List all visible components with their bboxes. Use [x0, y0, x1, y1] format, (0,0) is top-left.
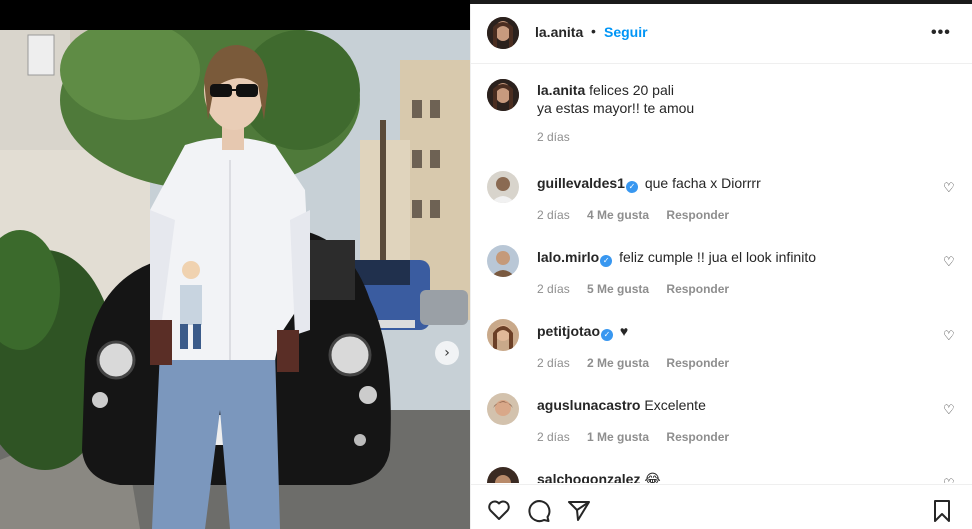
- comment-time: 2 días: [537, 356, 570, 370]
- avatar[interactable]: [487, 467, 519, 483]
- reply-button[interactable]: Responder: [666, 430, 729, 444]
- comment-item: petitjotao ✓ ♥ 2 días 2 Me gusta Responde…: [487, 319, 957, 379]
- avatar[interactable]: [487, 393, 519, 425]
- caption-time: 2 días: [537, 130, 570, 144]
- comment-item: aguslunacastro Excelente 2 días 1 Me gus…: [487, 393, 957, 453]
- comment-line: lalo.mirlo ✓ feliz cumple !! jua el look …: [537, 248, 816, 267]
- comment-likes[interactable]: 2 Me gusta: [587, 356, 649, 370]
- comment-username[interactable]: salchogonzalez: [537, 471, 640, 483]
- post-photo: ›: [0, 30, 470, 529]
- avatar[interactable]: [487, 79, 519, 111]
- reply-button[interactable]: Responder: [666, 282, 729, 296]
- avatar[interactable]: [487, 245, 519, 277]
- comment-username[interactable]: aguslunacastro: [537, 397, 640, 413]
- verified-badge-icon: ✓: [625, 181, 638, 193]
- comment-item: salchogonzalez 😂 ♡: [487, 467, 957, 483]
- comment-meta: 2 días 1 Me gusta Responder: [537, 430, 743, 444]
- reply-button[interactable]: Responder: [666, 356, 729, 370]
- comment-text: 😂: [644, 471, 661, 483]
- caption-line-2: ya estas mayor!! te amou: [537, 100, 695, 116]
- caption-line-1: felices 20 pali: [589, 82, 674, 98]
- comment-meta: 2 días 2 Me gusta Responder: [537, 356, 743, 370]
- avatar[interactable]: [487, 319, 519, 351]
- comment-username[interactable]: guillevaldes1: [537, 175, 625, 191]
- post-side-panel: la.anita • Seguir ••• la.anita felices 2…: [470, 4, 972, 529]
- comment-meta: 2 días 5 Me gusta Responder: [537, 282, 743, 296]
- comment-text: Excelente: [644, 397, 706, 413]
- separator-dot: •: [591, 23, 596, 39]
- comment-username[interactable]: lalo.mirlo: [537, 249, 599, 265]
- comment-text: feliz cumple !! jua el look infinito: [619, 249, 816, 265]
- like-comment-heart-icon[interactable]: ♡: [943, 255, 955, 270]
- bookmark-icon[interactable]: [932, 499, 952, 528]
- comment-likes[interactable]: 4 Me gusta: [587, 208, 649, 222]
- caption-username[interactable]: la.anita: [537, 82, 585, 98]
- comment-line: aguslunacastro Excelente: [537, 396, 706, 414]
- comment-username[interactable]: petitjotao: [537, 323, 600, 339]
- backdrop-top: [0, 0, 470, 30]
- caption-text: la.anita felices 20 pali ya estas mayor!…: [537, 81, 694, 117]
- comment-meta: 2 días 4 Me gusta Responder: [537, 208, 743, 222]
- comment-time: 2 días: [537, 430, 570, 444]
- comment-text: que facha x Diorrrr: [644, 175, 761, 191]
- avatar[interactable]: [487, 171, 519, 203]
- post-caption: la.anita felices 20 pali ya estas mayor!…: [487, 79, 957, 149]
- comment-item: guillevaldes1 ✓ que facha x Diorrrr 2 día…: [487, 171, 957, 231]
- post-header: la.anita • Seguir •••: [471, 4, 972, 64]
- more-options-icon[interactable]: •••: [931, 24, 951, 42]
- post-author-username[interactable]: la.anita: [535, 24, 583, 40]
- like-comment-heart-icon[interactable]: ♡: [943, 403, 955, 418]
- like-comment-heart-icon[interactable]: ♡: [943, 329, 955, 344]
- verified-badge-icon: ✓: [600, 255, 613, 267]
- like-heart-icon[interactable]: [487, 499, 511, 526]
- share-paper-plane-icon[interactable]: [567, 499, 591, 528]
- avatar[interactable]: [487, 17, 519, 49]
- like-comment-heart-icon[interactable]: ♡: [943, 477, 955, 483]
- comment-icon[interactable]: [527, 499, 551, 528]
- comment-text: ♥: [619, 323, 629, 339]
- comment-item: lalo.mirlo ✓ feliz cumple !! jua el look …: [487, 245, 957, 305]
- reply-button[interactable]: Responder: [666, 208, 729, 222]
- comments-list[interactable]: la.anita felices 20 pali ya estas mayor!…: [471, 65, 972, 483]
- next-photo-button[interactable]: ›: [435, 341, 459, 365]
- like-comment-heart-icon[interactable]: ♡: [943, 181, 955, 196]
- comment-line: petitjotao ✓ ♥: [537, 322, 628, 341]
- comment-line: salchogonzalez 😂: [537, 470, 661, 483]
- follow-button[interactable]: Seguir: [604, 24, 648, 40]
- comment-time: 2 días: [537, 208, 570, 222]
- post-actions-bar: [471, 484, 972, 529]
- comment-line: guillevaldes1 ✓ que facha x Diorrrr: [537, 174, 761, 193]
- comment-likes[interactable]: 1 Me gusta: [587, 430, 649, 444]
- comment-time: 2 días: [537, 282, 570, 296]
- verified-badge-icon: ✓: [601, 329, 613, 341]
- comment-likes[interactable]: 5 Me gusta: [587, 282, 649, 296]
